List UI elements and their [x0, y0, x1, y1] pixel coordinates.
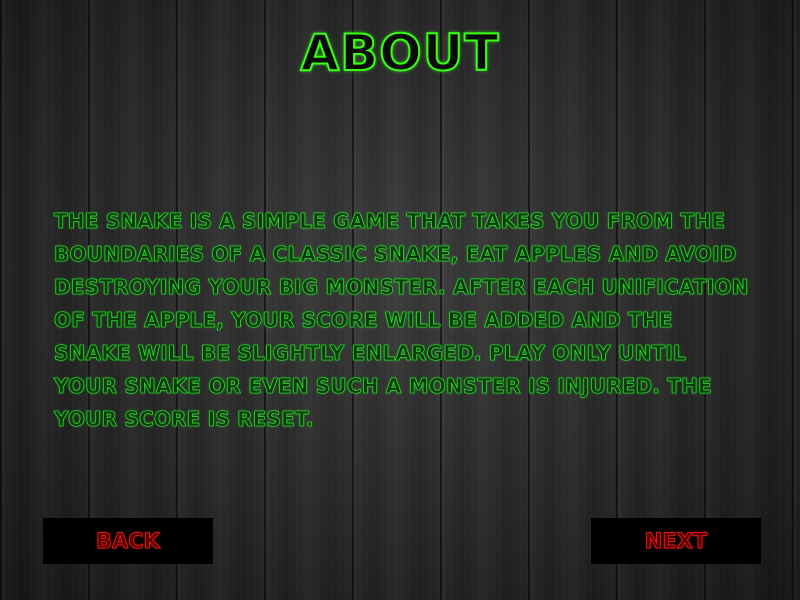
next-button-label: NEXT: [644, 529, 708, 554]
about-screen: ABOUT The snake is a simple game that ta…: [0, 0, 800, 600]
back-button[interactable]: BACK: [43, 518, 213, 564]
about-description: The snake is a simple game that takes yo…: [54, 209, 749, 432]
back-button-label: BACK: [96, 529, 161, 554]
page-title: ABOUT: [299, 23, 500, 83]
next-button[interactable]: NEXT: [591, 518, 761, 564]
